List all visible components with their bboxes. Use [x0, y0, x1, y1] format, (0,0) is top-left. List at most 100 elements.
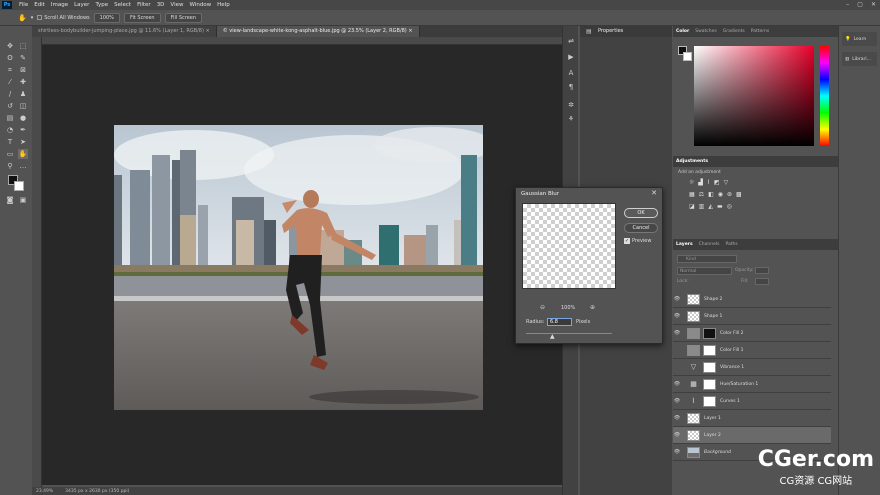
more-tools-icon[interactable]: … — [18, 161, 28, 171]
color-lookup-icon[interactable]: ▩ — [736, 191, 742, 198]
menu-select[interactable]: Select — [111, 2, 134, 8]
zoom-100-button[interactable]: 100% — [93, 12, 120, 23]
paragraph-icon[interactable]: ¶ — [566, 82, 576, 92]
layer-mask-thumbnail[interactable] — [703, 361, 716, 373]
blur-preview[interactable] — [522, 203, 616, 289]
menu-file[interactable]: File — [16, 2, 31, 8]
lasso-tool-icon[interactable]: ʘ — [5, 53, 15, 63]
vertical-ruler[interactable] — [32, 37, 42, 487]
chevron-down-icon[interactable]: ▾ — [31, 15, 34, 21]
tab-adjustments[interactable]: Adjustments — [676, 159, 708, 164]
vibrance-icon[interactable]: ▽ — [724, 179, 729, 186]
posterize-icon[interactable]: ▥ — [699, 203, 705, 210]
menu-edit[interactable]: Edit — [31, 2, 48, 8]
layer-row[interactable]: 👁 ⌇ Curves 1 — [673, 393, 831, 410]
gradient-tool-icon[interactable]: ▤ — [5, 113, 15, 123]
tab-layers[interactable]: Layers — [676, 242, 693, 247]
type-tool-icon[interactable]: T — [5, 137, 15, 147]
eyedropper-tool-icon[interactable]: ⁄ — [5, 77, 15, 87]
dialog-title[interactable]: Gaussian Blur — [516, 188, 662, 200]
gradient-map-icon[interactable]: ▬ — [717, 203, 723, 210]
layer-row[interactable]: ▽ Vibrance 1 — [673, 359, 831, 376]
visibility-eye-icon[interactable]: 👁 — [673, 381, 681, 387]
dodge-tool-icon[interactable]: ◔ — [5, 125, 15, 135]
tab-color[interactable]: Color — [676, 29, 689, 34]
eraser-tool-icon[interactable]: ◫ — [18, 101, 28, 111]
horizontal-ruler[interactable] — [42, 37, 562, 45]
layer-row-selected[interactable]: 👁 Layer 2 — [673, 427, 831, 444]
layer-row[interactable]: 👁 Shape 2 — [673, 291, 831, 308]
menu-help[interactable]: Help — [214, 2, 233, 8]
visibility-eye-icon[interactable]: 👁 — [673, 296, 681, 302]
tab-document-1[interactable]: shirtless-bodybuilder-jumping-place.jpg … — [32, 26, 217, 37]
selective-color-icon[interactable]: ◎ — [727, 203, 732, 210]
fill-input[interactable] — [755, 278, 769, 285]
menu-3d[interactable]: 3D — [154, 2, 168, 8]
curves-icon[interactable]: ⌇ — [707, 179, 710, 186]
fit-screen-button[interactable]: Fit Screen — [123, 12, 161, 23]
channel-mixer-icon[interactable]: ⊛ — [727, 191, 732, 198]
visibility-eye-icon[interactable]: 👁 — [673, 313, 681, 319]
stamp-tool-icon[interactable]: ♟ — [18, 89, 28, 99]
tab-channels[interactable]: Channels — [699, 242, 720, 247]
layer-filter-kind[interactable]: Kind — [677, 255, 737, 263]
crop-tool-icon[interactable]: ⌗ — [5, 65, 15, 75]
close-icon[interactable]: ✕ — [871, 1, 876, 8]
brushes-icon[interactable]: ✲ — [566, 100, 576, 110]
radius-slider-track[interactable] — [526, 333, 612, 334]
menu-view[interactable]: View — [167, 2, 186, 8]
hue-slider[interactable] — [820, 46, 829, 146]
clone-source-icon[interactable]: ⚘ — [566, 114, 576, 124]
zoom-out-icon[interactable]: ⊖ — [540, 304, 545, 311]
scroll-all-windows-checkbox[interactable]: Scroll All Windows — [37, 15, 90, 21]
blur-tool-icon[interactable]: ● — [18, 113, 28, 123]
hue-saturation-icon[interactable]: ▦ — [689, 191, 695, 198]
tab-swatches[interactable]: Swatches — [695, 29, 717, 34]
radius-input[interactable]: 6.8 — [547, 318, 572, 326]
color-background-swatch[interactable] — [683, 52, 692, 61]
visibility-eye-icon[interactable]: 👁 — [673, 415, 681, 421]
preview-checkbox[interactable]: ✓ Preview — [624, 238, 651, 244]
layer-mask-thumbnail[interactable] — [703, 395, 716, 407]
visibility-eye-icon[interactable]: 👁 — [673, 449, 681, 455]
levels-icon[interactable]: ▟ — [698, 179, 703, 186]
learn-panel-button[interactable]: 💡 Learn — [842, 32, 877, 46]
document-image[interactable] — [114, 125, 483, 410]
frame-tool-icon[interactable]: ⊠ — [18, 65, 28, 75]
healing-brush-tool-icon[interactable]: ✚ — [18, 77, 28, 87]
zoom-tool-icon[interactable]: ⚲ — [5, 161, 15, 171]
threshold-icon[interactable]: ◭ — [708, 203, 713, 210]
opacity-input[interactable] — [755, 267, 769, 274]
slider-handle-icon[interactable]: ▲ — [550, 333, 555, 340]
black-white-icon[interactable]: ◧ — [708, 191, 714, 198]
fill-screen-button[interactable]: Fill Screen — [164, 12, 203, 23]
tab-paths[interactable]: Paths — [725, 242, 737, 247]
zoom-in-icon[interactable]: ⊕ — [590, 304, 595, 311]
hand-tool-icon[interactable]: ✋ — [18, 149, 28, 159]
move-tool-icon[interactable]: ✥ — [5, 41, 15, 51]
layer-mask-thumbnail[interactable] — [703, 344, 716, 356]
photo-filter-icon[interactable]: ◉ — [718, 191, 723, 198]
menu-type[interactable]: Type — [92, 2, 111, 8]
tab-gradients[interactable]: Gradients — [723, 29, 745, 34]
layer-row[interactable]: 👁 ▦ Hue/Saturation 1 — [673, 376, 831, 393]
history-brush-tool-icon[interactable]: ↺ — [5, 101, 15, 111]
actions-play-icon[interactable]: ▶ — [566, 52, 576, 62]
ok-button[interactable]: OK — [624, 208, 658, 218]
quick-select-tool-icon[interactable]: ✎ — [18, 53, 28, 63]
menu-filter[interactable]: Filter — [134, 2, 154, 8]
brightness-icon[interactable]: ☼ — [689, 179, 694, 186]
invert-icon[interactable]: ◪ — [689, 203, 695, 210]
visibility-eye-icon[interactable]: 👁 — [673, 398, 681, 404]
color-field[interactable] — [694, 46, 814, 146]
marquee-tool-icon[interactable]: ⬚ — [18, 41, 28, 51]
blend-mode-select[interactable]: Normal — [677, 267, 732, 275]
menu-window[interactable]: Window — [186, 2, 214, 8]
libraries-panel-button[interactable]: ▥ Librari... — [842, 52, 877, 66]
history-icon[interactable]: ⇌ — [566, 36, 576, 46]
rectangle-tool-icon[interactable]: ▭ — [5, 149, 15, 159]
zoom-level[interactable]: 23.49% — [36, 489, 53, 494]
layer-mask-thumbnail[interactable] — [703, 378, 716, 390]
tab-patterns[interactable]: Patterns — [751, 29, 770, 34]
layer-row[interactable]: 👁 Layer 1 — [673, 410, 831, 427]
